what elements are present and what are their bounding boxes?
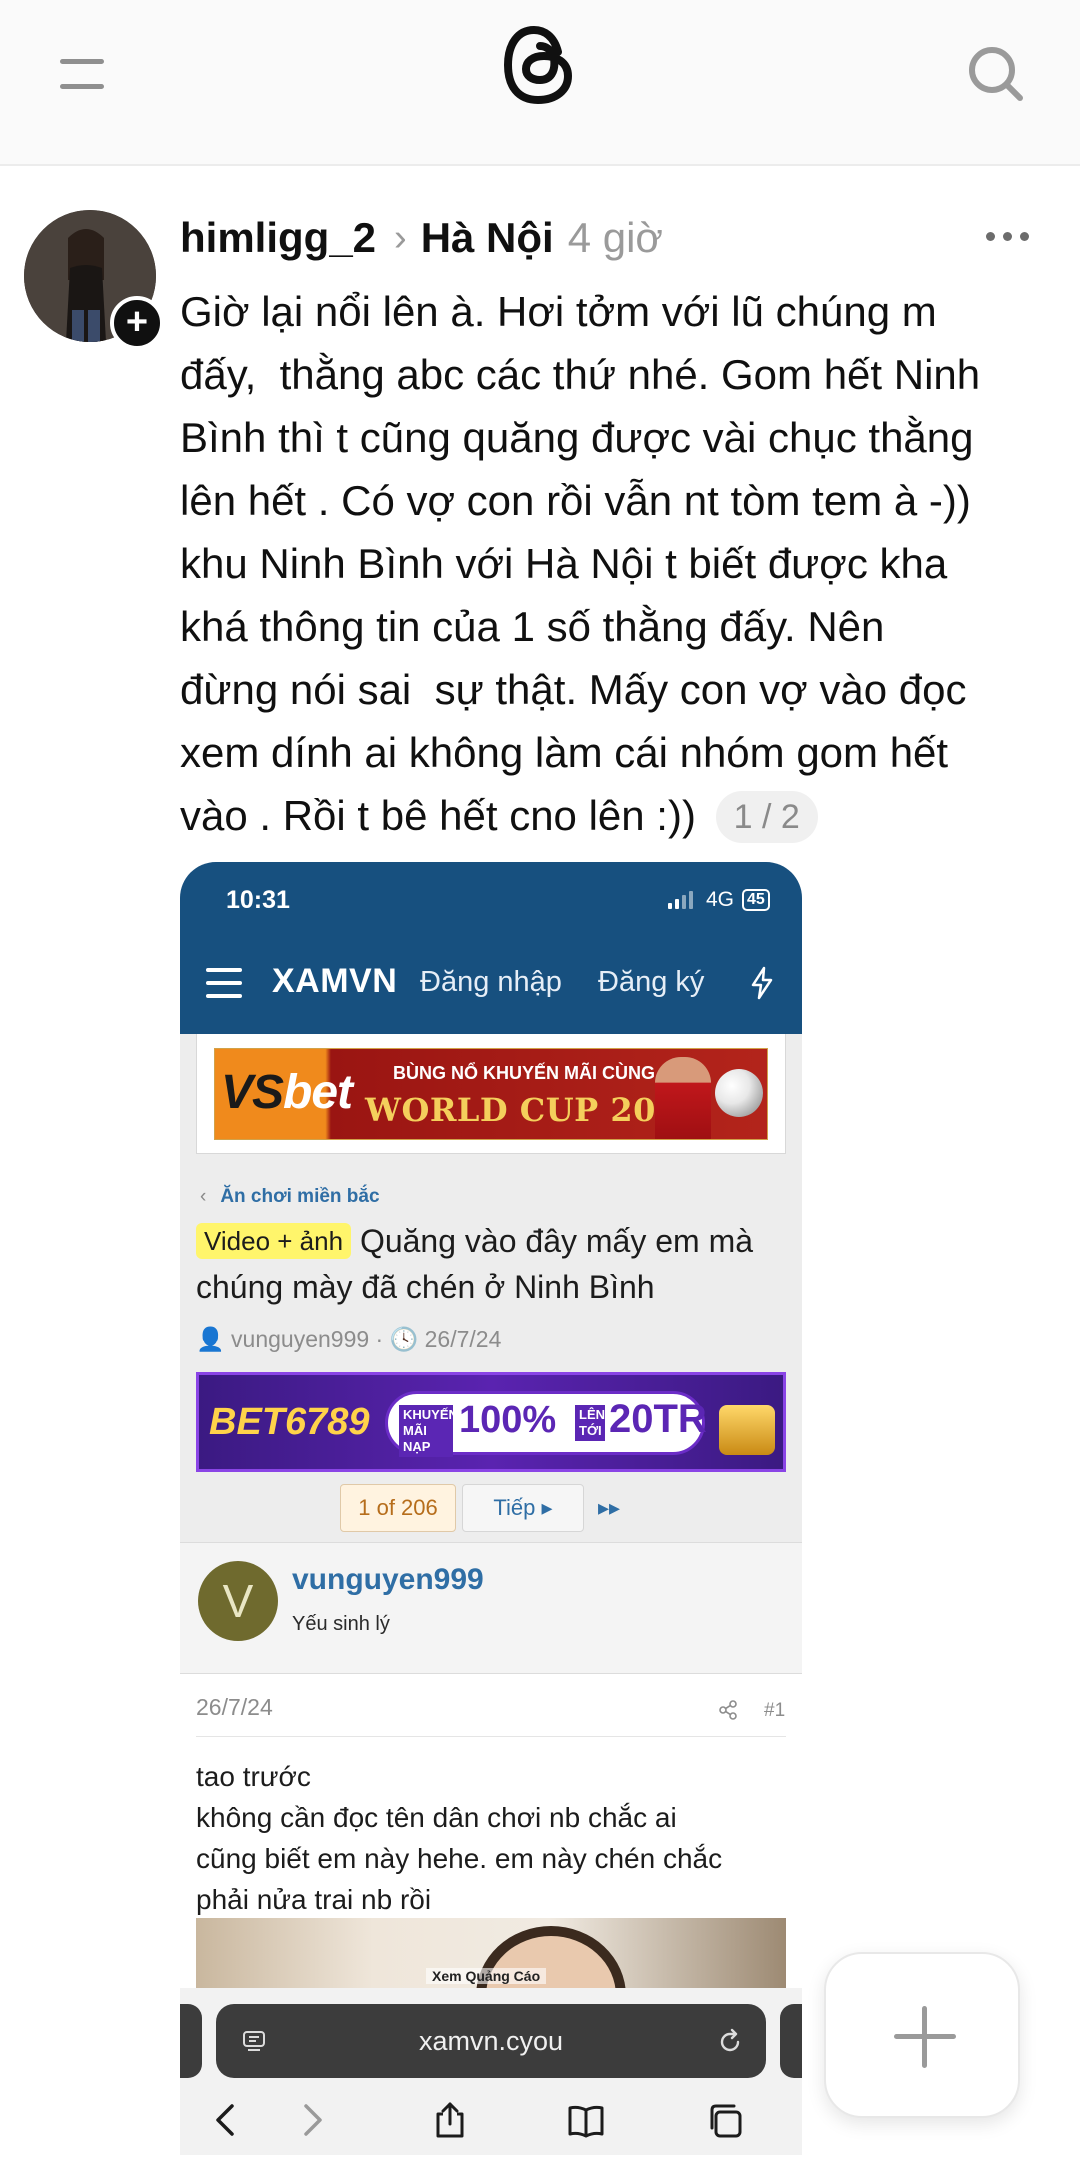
treasure-chest-icon	[719, 1405, 775, 1455]
pager-current: 1 of 206	[340, 1484, 456, 1532]
menu-icon[interactable]	[60, 56, 106, 92]
football-icon	[715, 1069, 763, 1117]
author-title: Yếu sinh lý	[292, 1613, 390, 1635]
search-icon[interactable]	[966, 44, 1026, 104]
pager-last-icon: ▸▸	[598, 1495, 621, 1520]
forward-icon	[304, 2104, 322, 2136]
post-username[interactable]: himligg_2	[180, 214, 376, 262]
post-text: Giờ lại nổi lên à. Hơi tởm với lũ chúng …	[180, 280, 1050, 847]
divider	[196, 1736, 786, 1737]
bookmarks-icon	[568, 2105, 604, 2138]
share-icon	[719, 1700, 737, 1720]
bet-promo-amount: 20TR	[609, 1397, 707, 1441]
pager-next: Tiếp ▸	[462, 1484, 584, 1532]
bet-promo-percent: 100%	[459, 1399, 557, 1441]
site-register-link: Đăng ký	[598, 966, 705, 998]
top-bar	[0, 0, 1080, 166]
site-breadcrumb: ‹ Ăn chơi miền bắc	[200, 1186, 380, 1207]
browser-toolbar: xamvn.cyou	[180, 1988, 802, 2155]
share-sheet-icon	[436, 2102, 464, 2138]
message-number: #1	[764, 1700, 786, 1721]
thread-pager: 1 of 206 Tiếp ▸ ▸▸	[340, 1484, 620, 1532]
plus-icon-vertical	[922, 2006, 927, 2068]
post-header: himligg_2 › Hà Nội 4 giờ	[180, 210, 663, 266]
player-image-icon	[655, 1057, 711, 1139]
status-indicators: 4G 45	[668, 888, 770, 912]
post-image[interactable]: 10:31 4G 45 XAMVN Đăng nhập Đăng ký VSbe…	[180, 862, 802, 2155]
author-name: vunguyen999	[292, 1563, 484, 1596]
vsbet-line2: WORLD CUP 2026	[365, 1091, 702, 1129]
bet6789-logo: BET6789	[209, 1401, 370, 1443]
post-body: Giờ lại nổi lên à. Hơi tởm với lũ chúng …	[180, 288, 981, 839]
address-bar: xamvn.cyou	[216, 2004, 766, 2078]
bolt-icon	[751, 966, 773, 1000]
message-body: tao trước không cần đọc tên dân chơi nb …	[196, 1761, 723, 1915]
network-label: 4G	[706, 888, 735, 911]
message-date: 26/7/24	[196, 1694, 273, 1720]
next-tab-edge	[780, 2004, 802, 2078]
chevron-left-icon: ‹	[200, 1186, 207, 1207]
vsbet-logo: VSbet	[221, 1066, 353, 1119]
follow-plus-button[interactable]: +	[110, 296, 164, 350]
site-brand: XAMVN	[272, 962, 398, 1000]
screenshot-site-header: 10:31 4G 45 XAMVN Đăng nhập Đăng ký	[180, 862, 802, 1034]
media-counter-badge: 1 / 2	[715, 791, 818, 843]
battery-icon: 45	[742, 889, 770, 911]
site-menu-icon	[206, 968, 242, 998]
post-author-block: V vunguyen999 Yếu sinh lý	[180, 1542, 802, 1674]
reload-icon	[720, 2028, 740, 2052]
vsbet-ad-banner: VSbet BÙNG NỔ KHUYẾN MÃI CÙNG WORLD CUP …	[214, 1048, 768, 1140]
vsbet-line1: BÙNG NỔ KHUYẾN MÃI CÙNG	[393, 1063, 656, 1083]
chevron-right-icon: ›	[394, 216, 407, 259]
tabs-icon	[710, 2104, 742, 2138]
bet-promo-to: LÊN TỚI	[575, 1405, 605, 1441]
back-icon	[216, 2104, 234, 2136]
thread-tag: Video + ảnh	[196, 1223, 352, 1259]
address-url: xamvn.cyou	[418, 2026, 564, 2056]
thread-title: Video + ảnh Quăng vào đây mấy em mà chún…	[196, 1223, 754, 1305]
site-login-link: Đăng nhập	[420, 966, 562, 998]
bet6789-ad-banner: BET6789 KHUYẾN MÃI NẠP 100% LÊN TỚI 20TR	[196, 1372, 786, 1472]
post-location[interactable]: Hà Nội	[421, 214, 554, 262]
post-time: 4 giờ	[567, 214, 663, 261]
author-avatar: V	[198, 1561, 278, 1641]
new-post-button[interactable]	[824, 1952, 1020, 2118]
prev-tab-edge	[180, 2004, 202, 2078]
more-options-icon[interactable]	[986, 232, 1030, 244]
status-time: 10:31	[226, 886, 290, 914]
thread-meta: 👤 vunguyen999 · 🕓 26/7/24	[196, 1326, 502, 1352]
user-icon: 👤	[196, 1326, 225, 1352]
clock-icon: 🕓	[389, 1326, 419, 1352]
bet-promo-label: KHUYẾN MÃI NẠP	[399, 1405, 458, 1457]
threads-logo-icon[interactable]	[500, 22, 580, 108]
ad-label: Xem Quảng Cáo	[426, 1968, 547, 1984]
signal-icon	[668, 891, 696, 909]
